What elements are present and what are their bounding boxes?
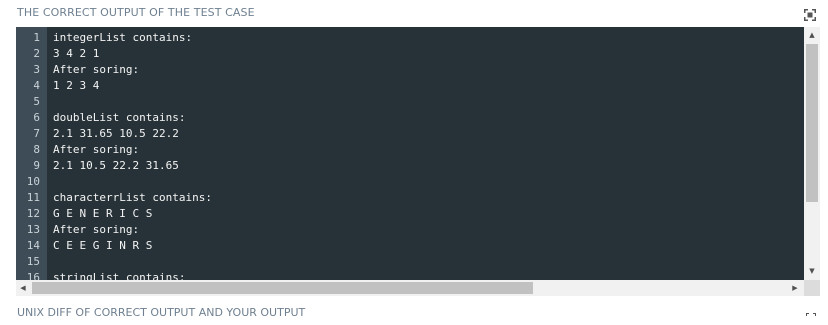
line-number: 3: [33, 63, 40, 76]
line-text: After soring:: [53, 223, 140, 236]
line-number: 5: [33, 95, 40, 108]
next-panel-title: UNIX DIFF OF CORRECT OUTPUT AND YOUR OUT…: [17, 306, 306, 319]
line-number: 2: [33, 47, 40, 60]
code-output-viewer[interactable]: 1 integerList contains: 2 3 4 2 1 3 After sor…: [16, 27, 820, 280]
output-line: 7 2.1 31.65 10.5 22.2: [16, 126, 803, 142]
output-line: 13 After soring:: [16, 222, 803, 238]
line-number: 1: [33, 31, 40, 44]
fullscreen-icon[interactable]: [804, 6, 816, 21]
line-text: 2.1 31.65 10.5 22.2: [53, 127, 179, 140]
line-number: 15: [26, 255, 40, 268]
scroll-right-icon[interactable]: ▶: [788, 281, 802, 295]
scroll-up-icon[interactable]: ▲: [804, 28, 820, 42]
line-number: 6: [33, 111, 40, 124]
output-line: 16 stringList contains:: [16, 270, 803, 280]
output-line: 5: [16, 94, 803, 110]
line-number: 10: [26, 175, 40, 188]
line-text: 3 4 2 1: [53, 47, 100, 60]
line-number: 7: [33, 127, 40, 140]
horizontal-scroll-thumb[interactable]: [32, 282, 533, 294]
line-number: 16: [26, 271, 40, 280]
line-number: 11: [26, 191, 40, 204]
line-text: doubleList contains:: [53, 111, 186, 124]
fullscreen-icon-secondary[interactable]: [806, 306, 816, 316]
line-text: stringList contains:: [53, 271, 186, 280]
output-line: 15: [16, 254, 803, 270]
vertical-scrollbar[interactable]: ▲ ▼: [804, 27, 820, 280]
output-line: 12 G E N E R I C S: [16, 206, 803, 222]
output-panel: THE CORRECT OUTPUT OF THE TEST CASE 1 int…: [0, 0, 828, 319]
line-text: C E E G I N R S: [53, 239, 153, 252]
output-line: 1 integerList contains:: [16, 30, 803, 46]
line-text: 1 2 3 4: [53, 79, 100, 92]
horizontal-scrollbar[interactable]: ◀ ▶: [16, 280, 804, 296]
scroll-left-icon[interactable]: ◀: [16, 281, 30, 295]
line-number: 4: [33, 79, 40, 92]
panel-title: THE CORRECT OUTPUT OF THE TEST CASE: [17, 6, 255, 19]
line-text: 2.1 10.5 22.2 31.65: [53, 159, 179, 172]
output-line: 8 After soring:: [16, 142, 803, 158]
scrollbar-corner: [804, 280, 820, 296]
line-text: characterrList contains:: [53, 191, 212, 204]
line-number: 12: [26, 207, 40, 220]
output-line: 2 3 4 2 1: [16, 46, 803, 62]
output-line: 10: [16, 174, 803, 190]
output-line: 9 2.1 10.5 22.2 31.65: [16, 158, 803, 174]
scroll-down-icon[interactable]: ▼: [804, 264, 820, 278]
line-text: After soring:: [53, 63, 140, 76]
line-text: After soring:: [53, 143, 140, 156]
line-number: 13: [26, 223, 40, 236]
line-number: 9: [33, 159, 40, 172]
output-line: 14 C E E G I N R S: [16, 238, 803, 254]
output-line: 4 1 2 3 4: [16, 78, 803, 94]
output-line: 6 doubleList contains:: [16, 110, 803, 126]
line-number: 14: [26, 239, 40, 252]
output-lines: 1 integerList contains: 2 3 4 2 1 3 After sor…: [16, 30, 803, 280]
output-line: 11 characterrList contains:: [16, 190, 803, 206]
line-text: G E N E R I C S: [53, 207, 153, 220]
output-line: 3 After soring:: [16, 62, 803, 78]
line-text: integerList contains:: [53, 31, 193, 44]
vertical-scroll-thumb[interactable]: [806, 44, 818, 202]
line-number: 8: [33, 143, 40, 156]
